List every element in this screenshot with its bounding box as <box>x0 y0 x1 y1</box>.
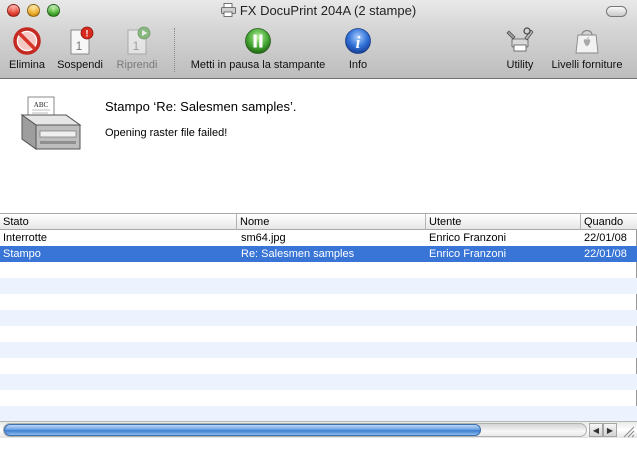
table-row-selected[interactable]: Stampo Re: Salesmen samples Enrico Franz… <box>0 246 637 262</box>
svg-text:i: i <box>356 33 361 52</box>
cell-status: Stampo <box>3 248 41 260</box>
printer-small-icon <box>220 3 236 17</box>
empty-row <box>0 294 637 310</box>
svg-text:ABC: ABC <box>34 101 49 109</box>
empty-row <box>0 310 637 326</box>
column-header-name[interactable]: Nome <box>237 214 426 230</box>
hold-label: Sospendi <box>57 59 103 71</box>
utility-label: Utility <box>506 59 534 71</box>
info-label: Info <box>348 59 368 71</box>
utility-button[interactable]: Utility <box>500 26 540 71</box>
delete-icon <box>13 27 41 55</box>
empty-row <box>0 326 637 342</box>
column-header-when[interactable]: Quando <box>581 214 637 230</box>
svg-text:1: 1 <box>133 39 140 53</box>
window-title: FX DocuPrint 204A (2 stampe) <box>239 3 417 18</box>
jobs-table: Stato Nome Utente Quando Interrotte sm64… <box>0 213 637 421</box>
cell-name: Re: Salesmen samples <box>241 248 355 260</box>
scrollbar-thumb[interactable] <box>4 424 481 436</box>
window-toolbar: FX DocuPrint 204A (2 stampe) Elimina ! 1… <box>0 0 637 79</box>
print-queue-window: FX DocuPrint 204A (2 stampe) Elimina ! 1… <box>0 0 637 462</box>
supply-levels-icon <box>575 29 599 54</box>
cell-user: Enrico Franzoni <box>429 232 507 244</box>
window-title-bar: FX DocuPrint 204A (2 stampe) <box>0 3 637 18</box>
empty-row <box>0 262 637 278</box>
resume-button[interactable]: 1 Riprendi <box>112 26 162 71</box>
svg-text:!: ! <box>86 29 89 39</box>
printer-icon: ABC <box>20 96 82 150</box>
hold-icon: ! 1 <box>70 26 94 55</box>
cell-when: 22/01/08 <box>584 248 627 260</box>
cell-when: 22/01/08 <box>584 232 627 244</box>
cell-status: Interrotte <box>3 232 48 244</box>
svg-text:1: 1 <box>76 39 83 53</box>
delete-label: Elimina <box>8 59 46 71</box>
toolbar-toggle-button[interactable] <box>606 6 627 17</box>
resume-icon: 1 <box>127 26 151 55</box>
empty-row <box>0 358 637 374</box>
pause-printer-button[interactable]: Metti in pausa la stampante <box>182 26 334 71</box>
scroll-right-button[interactable]: ▶ <box>603 423 617 437</box>
table-header: Stato Nome Utente Quando <box>0 213 637 230</box>
cell-name: sm64.jpg <box>241 232 286 244</box>
pause-icon <box>245 28 271 54</box>
cell-user: Enrico Franzoni <box>429 248 507 260</box>
hold-button[interactable]: ! 1 Sospendi <box>54 26 106 71</box>
empty-row <box>0 374 637 390</box>
empty-row <box>0 406 637 421</box>
toolbar-separator <box>174 28 175 72</box>
window-bottom-area <box>0 438 637 462</box>
status-message: Opening raster file failed! <box>105 127 228 139</box>
status-title: Stampo ‘Re: Salesmen samples’. <box>105 99 297 114</box>
pause-printer-label: Metti in pausa la stampante <box>190 59 326 71</box>
delete-button[interactable]: Elimina <box>6 26 48 71</box>
horizontal-scrollbar[interactable]: ◀ ▶ <box>0 421 637 438</box>
scroll-left-button[interactable]: ◀ <box>589 423 603 437</box>
table-row[interactable]: Interrotte sm64.jpg Enrico Franzoni 22/0… <box>0 230 637 246</box>
empty-row <box>0 278 637 294</box>
info-button[interactable]: i Info <box>340 26 376 71</box>
printer-status-area: ABC Stampo ‘Re: Salesmen samples’. Openi… <box>0 79 637 213</box>
info-icon: i <box>345 28 371 54</box>
column-header-status[interactable]: Stato <box>0 214 237 230</box>
resume-label: Riprendi <box>116 59 158 71</box>
column-header-user[interactable]: Utente <box>426 214 581 230</box>
empty-row <box>0 390 637 406</box>
supply-levels-label: Livelli forniture <box>551 59 623 71</box>
resize-grip-icon[interactable] <box>620 423 635 438</box>
supply-levels-button[interactable]: Livelli forniture <box>544 26 630 71</box>
empty-row <box>0 342 637 358</box>
utility-icon <box>506 27 534 52</box>
